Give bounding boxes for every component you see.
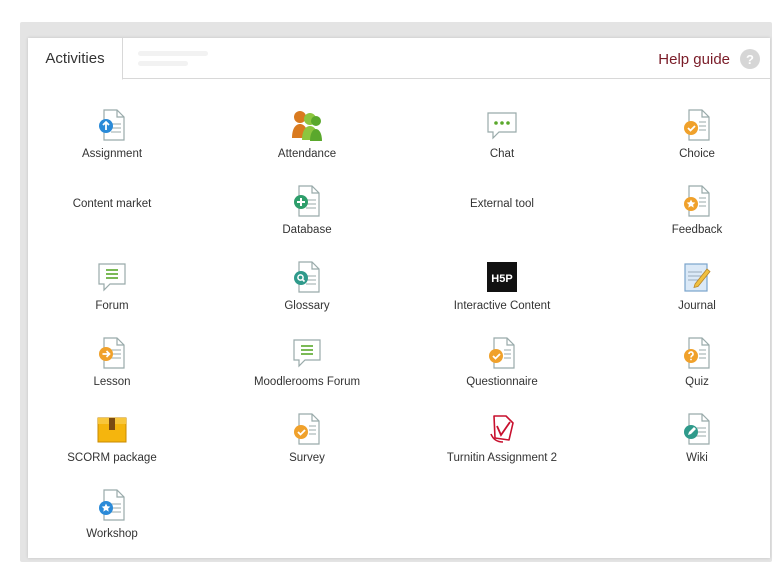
activity-external-tool[interactable]: External tool [422, 198, 582, 210]
assignment-label: Assignment [81, 148, 143, 160]
attendance-icon [290, 108, 324, 142]
assignment-icon [95, 108, 129, 142]
tab-activities[interactable]: Activities [28, 38, 123, 80]
tab-bar: Activities Help guide ? [28, 38, 770, 80]
activity-forum[interactable]: Forum [32, 260, 192, 312]
activity-moodlerooms-forum[interactable]: Moodlerooms Forum [227, 336, 387, 388]
external-tool-label: External tool [470, 198, 534, 210]
chat-icon [485, 108, 519, 142]
glossary-icon [290, 260, 324, 294]
activity-quiz[interactable]: Quiz [617, 336, 775, 388]
activity-wiki[interactable]: Wiki [617, 412, 775, 464]
lesson-label: Lesson [93, 376, 131, 388]
activity-assignment[interactable]: Assignment [32, 108, 192, 160]
faded-tab [138, 46, 228, 70]
content-market-label: Content market [72, 198, 152, 210]
turnitin-icon [485, 412, 519, 446]
lesson-icon [95, 336, 129, 370]
activity-survey[interactable]: Survey [227, 412, 387, 464]
tab-activities-label: Activities [45, 50, 105, 67]
moodlerooms-forum-icon [290, 336, 324, 370]
workshop-icon [95, 488, 129, 522]
questionnaire-label: Questionnaire [466, 376, 538, 388]
activity-glossary[interactable]: Glossary [227, 260, 387, 312]
journal-label: Journal [678, 300, 716, 312]
feedback-label: Feedback [671, 224, 723, 236]
survey-label: Survey [289, 452, 325, 464]
activity-choice[interactable]: Choice [617, 108, 775, 160]
workshop-label: Workshop [86, 528, 138, 540]
activity-chooser-panel: Activities Help guide ? Assignment Atten… [28, 38, 770, 558]
activity-interactive-content[interactable]: H5P Interactive Content [422, 260, 582, 312]
feedback-icon [680, 184, 714, 218]
activity-chat[interactable]: Chat [422, 108, 582, 160]
journal-icon [680, 260, 714, 294]
wiki-icon [680, 412, 714, 446]
activity-database[interactable]: Database [227, 184, 387, 236]
activity-feedback[interactable]: Feedback [617, 184, 775, 236]
questionnaire-icon [485, 336, 519, 370]
activity-content-market[interactable]: Content market [32, 198, 192, 210]
chat-label: Chat [489, 148, 515, 160]
scorm-package-label: SCORM package [67, 452, 157, 464]
help-guide-link[interactable]: Help guide ? [658, 48, 760, 70]
activity-questionnaire[interactable]: Questionnaire [422, 336, 582, 388]
database-label: Database [282, 224, 332, 236]
help-icon: ? [740, 49, 760, 69]
activity-scorm-package[interactable]: SCORM package [32, 412, 192, 464]
quiz-icon [680, 336, 714, 370]
scorm-package-icon [95, 412, 129, 446]
activity-workshop[interactable]: Workshop [32, 488, 192, 540]
wiki-label: Wiki [686, 452, 708, 464]
survey-icon [290, 412, 324, 446]
glossary-label: Glossary [284, 300, 330, 312]
turnitin-assignment-label: Turnitin Assignment 2 [446, 452, 558, 464]
choice-icon [680, 108, 714, 142]
interactive-content-label: Interactive Content [453, 300, 551, 312]
activity-journal[interactable]: Journal [617, 260, 775, 312]
help-guide-label: Help guide [658, 50, 730, 68]
moodlerooms-forum-label: Moodlerooms Forum [253, 376, 361, 388]
activity-attendance[interactable]: Attendance [227, 108, 387, 160]
activity-lesson[interactable]: Lesson [32, 336, 192, 388]
attendance-label: Attendance [277, 148, 337, 160]
database-icon [290, 184, 324, 218]
h5p-icon: H5P [485, 260, 519, 294]
forum-icon [95, 260, 129, 294]
choice-label: Choice [679, 148, 715, 160]
h5p-icon-text: H5P [491, 273, 512, 285]
quiz-label: Quiz [685, 376, 709, 388]
forum-label: Forum [95, 300, 129, 312]
activity-turnitin-assignment[interactable]: Turnitin Assignment 2 [422, 412, 582, 464]
